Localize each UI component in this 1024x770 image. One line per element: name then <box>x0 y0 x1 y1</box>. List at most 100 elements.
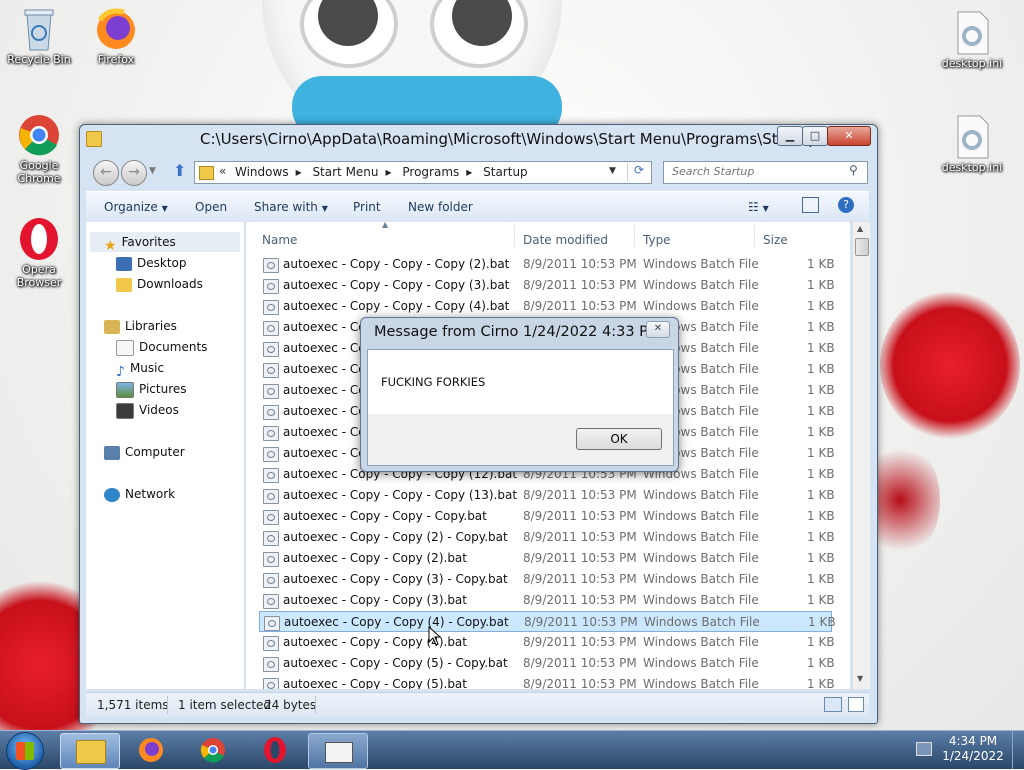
breadcrumb-separator-icon[interactable]: ▸ <box>296 165 302 179</box>
back-button[interactable]: ← <box>93 160 119 186</box>
batch-file-icon <box>263 258 279 273</box>
nav-item-documents[interactable]: Documents <box>116 337 207 357</box>
desktop-icon-opera[interactable]: Opera Browser <box>3 216 75 289</box>
table-row[interactable]: autoexec - Copy - Copy - Copy (4).bat 8/9… <box>259 296 835 317</box>
vertical-scrollbar[interactable]: ▲ ▼ <box>852 222 870 689</box>
table-row[interactable]: autoexec - Copy - Copy (3) - Copy.bat 8/9… <box>259 569 835 590</box>
column-header-type[interactable]: Type <box>643 233 671 247</box>
new-folder-button[interactable]: New folder <box>408 200 473 214</box>
address-overflow-prefix[interactable]: « <box>219 164 226 178</box>
address-bar[interactable]: « Windows ▸ Start Menu ▸ Programs ▸ Startup… <box>194 161 652 184</box>
column-separator[interactable] <box>514 225 515 247</box>
dialog-close-button[interactable]: ✕ <box>646 321 670 338</box>
file-name: autoexec - Copy - Copy (4) - Copy.bat <box>284 615 509 629</box>
help-icon[interactable]: ? <box>838 197 854 213</box>
start-button[interactable] <box>6 732 44 770</box>
dialog-body: FUCKING FORKIES OK <box>367 349 674 466</box>
nav-item-desktop[interactable]: Desktop <box>116 253 187 273</box>
nav-item-libraries[interactable]: Libraries <box>104 316 177 336</box>
view-options-icon[interactable]: ☷ ▼ <box>748 200 769 214</box>
nav-item-computer[interactable]: Computer <box>104 442 185 462</box>
organize-button[interactable]: Organize ▼ <box>104 200 168 214</box>
nav-item-downloads[interactable]: Downloads <box>116 274 203 294</box>
taskbar-chrome-button[interactable] <box>184 733 242 767</box>
taskbar-clock[interactable]: 4:34 PM 1/24/2022 <box>930 734 1016 764</box>
table-row[interactable]: autoexec - Copy - Copy (2).bat 8/9/2011 1… <box>259 548 835 569</box>
taskbar-explorer-button[interactable] <box>60 733 120 769</box>
dialog-title: Message from Cirno 1/24/2022 4:33 PM <box>374 324 661 340</box>
desktop-icon-recycle-bin[interactable]: Recycle Bin <box>3 6 75 66</box>
desktop-icon-firefox[interactable]: Firefox <box>80 6 152 66</box>
window-titlebar[interactable]: C:\Users\Cirno\AppData\Roaming\Microsoft… <box>80 125 877 153</box>
file-size: 1 KB <box>807 572 835 586</box>
breadcrumb-start-menu[interactable]: Start Menu <box>312 165 378 179</box>
print-button[interactable]: Print <box>353 200 381 214</box>
table-row[interactable]: autoexec - Copy - Copy - Copy (3).bat 8/9… <box>259 275 835 296</box>
nav-item-music[interactable]: ♪ Music <box>116 358 164 380</box>
breadcrumb-programs[interactable]: Programs <box>402 165 459 179</box>
batch-file-icon <box>263 552 279 567</box>
table-row[interactable]: autoexec - Copy - Copy (5) - Copy.bat 8/9… <box>259 653 835 674</box>
refresh-icon[interactable]: ⟳ <box>627 163 650 181</box>
nav-item-videos[interactable]: Videos <box>116 400 179 420</box>
nav-item-network[interactable]: Network <box>104 484 175 504</box>
breadcrumb-windows[interactable]: Windows <box>235 165 289 179</box>
opera-icon <box>17 216 61 260</box>
nav-item-favorites[interactable]: ★ Favorites <box>90 232 240 254</box>
show-desktop-button[interactable] <box>1012 731 1024 769</box>
scrollbar-thumb[interactable] <box>855 238 869 256</box>
nav-item-pictures[interactable]: Pictures <box>116 379 187 399</box>
open-button[interactable]: Open <box>195 200 227 214</box>
column-header-size[interactable]: Size <box>763 233 788 247</box>
table-row[interactable]: autoexec - Copy - Copy (2) - Copy.bat 8/9… <box>259 527 835 548</box>
videos-icon <box>116 402 134 419</box>
preview-pane-icon[interactable] <box>802 197 819 213</box>
column-separator[interactable] <box>754 225 755 247</box>
file-type: Windows Batch File <box>643 278 759 292</box>
table-row[interactable]: autoexec - Copy - Copy - Copy (13).bat 8/… <box>259 485 835 506</box>
forward-button[interactable]: → <box>121 160 147 186</box>
status-separator <box>315 696 316 714</box>
column-separator[interactable] <box>634 225 635 247</box>
breadcrumb-separator-icon[interactable]: ▸ <box>466 165 472 179</box>
table-row[interactable]: autoexec - Copy - Copy (4).bat 8/9/2011 1… <box>259 632 835 653</box>
maximize-button[interactable]: □ <box>802 126 828 146</box>
recent-pages-chevron-icon[interactable]: ▼ <box>149 166 156 176</box>
wallpaper-arm-right <box>880 290 1020 440</box>
column-header-name[interactable]: Name <box>262 233 297 247</box>
taskbar-firefox-button[interactable] <box>122 733 180 767</box>
desktop-icon-label: Google Chrome <box>17 159 61 185</box>
firefox-icon <box>139 738 163 762</box>
share-with-button[interactable]: Share with ▼ <box>254 200 328 214</box>
table-row[interactable]: autoexec - Copy - Copy (3).bat 8/9/2011 1… <box>259 590 835 611</box>
table-row[interactable]: autoexec - Copy - Copy - Copy.bat 8/9/201… <box>259 506 835 527</box>
batch-file-icon <box>263 510 279 525</box>
close-button[interactable]: ✕ <box>827 126 871 146</box>
table-row[interactable]: autoexec - Copy - Copy (5).bat 8/9/2011 1… <box>259 674 835 689</box>
search-icon[interactable]: ⚲ <box>849 163 858 177</box>
file-size: 1 KB <box>807 467 835 481</box>
file-date-modified: 8/9/2011 10:53 PM <box>523 509 637 523</box>
breadcrumb-separator-icon[interactable]: ▸ <box>386 165 392 179</box>
up-arrow-icon[interactable]: ⬆ <box>173 161 186 180</box>
table-row[interactable]: autoexec - Copy - Copy - Copy (2).bat 8/9… <box>259 254 835 275</box>
libraries-icon <box>104 319 120 334</box>
file-date-modified: 8/9/2011 10:53 PM <box>523 677 637 689</box>
desktop-icon-desktop-ini-2[interactable]: desktop.ini <box>936 114 1008 174</box>
ok-button[interactable]: OK <box>576 428 662 450</box>
scroll-up-icon[interactable]: ▲ <box>857 224 863 233</box>
taskbar-opera-button[interactable] <box>246 733 304 767</box>
table-row[interactable]: autoexec - Copy - Copy (4) - Copy.bat 8/9… <box>259 611 836 632</box>
search-input[interactable] <box>670 164 844 179</box>
details-view-icon[interactable] <box>824 697 842 712</box>
large-icons-view-icon[interactable] <box>848 697 864 712</box>
breadcrumb-startup[interactable]: Startup <box>483 165 528 179</box>
scroll-down-icon[interactable]: ▼ <box>857 674 863 683</box>
taskbar-message-button[interactable] <box>308 733 368 769</box>
desktop-icon-desktop-ini-1[interactable]: desktop.ini <box>936 10 1008 70</box>
file-name: autoexec - Copy - Copy - Copy (4).bat <box>283 299 510 313</box>
address-dropdown-icon[interactable]: ▼ <box>609 166 616 176</box>
desktop-icon-chrome[interactable]: Google Chrome <box>3 112 75 185</box>
column-header-date[interactable]: Date modified <box>523 233 608 247</box>
minimize-button[interactable]: ▁ <box>777 126 803 146</box>
